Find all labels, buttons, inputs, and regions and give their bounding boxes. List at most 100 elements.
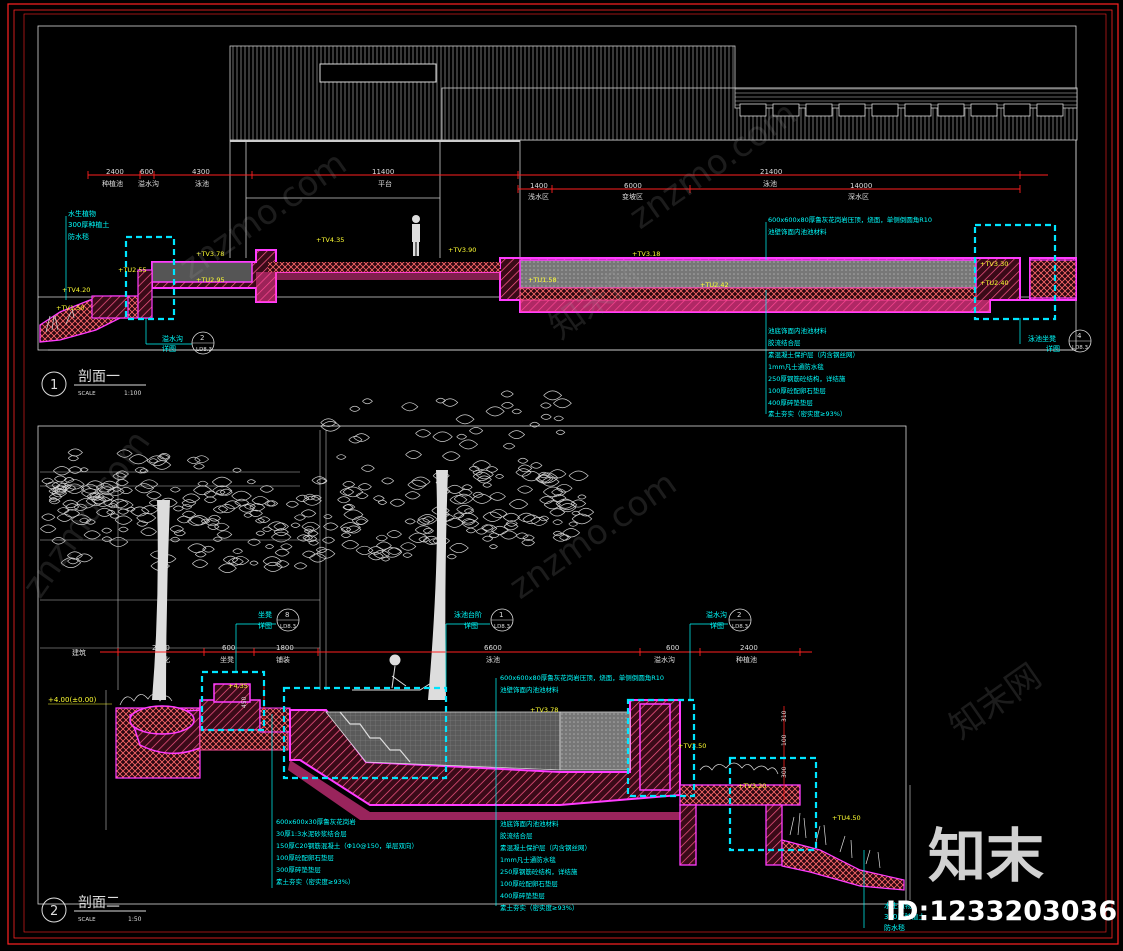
leaf-mark bbox=[362, 398, 373, 405]
leaf-mark bbox=[555, 429, 566, 435]
callout-steps-num: 1 bbox=[499, 611, 503, 619]
elev-s1-7: +TU2.55 bbox=[118, 266, 147, 274]
leaf-mark bbox=[216, 489, 226, 495]
leaf-mark bbox=[553, 415, 564, 422]
dim-s1-1: 600 bbox=[140, 168, 153, 176]
dimension-row-2: 2700 绿化 600 坐凳 1800 铺装 6600 泳池 600 溢水沟 2… bbox=[100, 644, 812, 664]
leaf-mark bbox=[570, 499, 587, 508]
dim-s1-2: 4300 bbox=[192, 168, 210, 176]
elev-s1-10: +TV3.30 bbox=[980, 260, 1008, 268]
elev-s1-9: +TU2.42 bbox=[700, 281, 729, 289]
leaf-mark bbox=[442, 451, 461, 461]
leaf-mark bbox=[361, 464, 375, 472]
leaf-mark bbox=[280, 543, 293, 550]
leaf-mark bbox=[500, 390, 514, 398]
s1-top-note-1: 池壁饰面内池池材料 bbox=[768, 227, 827, 236]
leaf-mark bbox=[482, 482, 493, 488]
leaf-mark bbox=[432, 431, 453, 442]
window bbox=[805, 103, 833, 117]
id-text: ID:1233203036 bbox=[886, 896, 1117, 927]
s2-left-note-3: 100厚砼配卵石垫层 bbox=[276, 853, 334, 862]
s1-bottom-note-3: 1mm凡士通防水毯 bbox=[768, 362, 824, 371]
callout-overflow2-ref: LD8.3 bbox=[732, 624, 749, 630]
leaf-mark bbox=[553, 398, 572, 409]
leaf-mark bbox=[187, 456, 201, 464]
leaf-mark bbox=[54, 475, 67, 483]
leaf-mark bbox=[213, 536, 223, 542]
leaf-mark bbox=[435, 397, 446, 404]
leaf-mark bbox=[515, 532, 529, 540]
s2-bottom-note-3: 1mm凡士通防水毯 bbox=[500, 855, 556, 864]
leaf-mark bbox=[509, 499, 529, 510]
window bbox=[937, 103, 965, 117]
leaf-mark bbox=[173, 529, 186, 537]
vdim-3: 450 bbox=[241, 696, 248, 708]
leaf-mark bbox=[339, 488, 355, 496]
tree-trunks bbox=[152, 470, 448, 700]
leaf-mark bbox=[543, 390, 563, 401]
callout-steps-label: 泳池台阶 bbox=[454, 610, 482, 619]
leaf-mark bbox=[401, 402, 419, 412]
vdim-1: 100 bbox=[781, 734, 788, 746]
leaf-mark bbox=[337, 496, 351, 504]
leaf-mark bbox=[552, 519, 563, 525]
section-1-scale-value: 1:100 bbox=[124, 390, 141, 397]
dim-s2-2: 1800 bbox=[276, 644, 294, 652]
leaf-mark bbox=[517, 464, 533, 473]
leaf-mark bbox=[389, 498, 406, 507]
elev-s1-11: +TU2.40 bbox=[980, 279, 1009, 287]
leaf-mark bbox=[458, 439, 479, 450]
dim-s2-1-label: 坐凳 bbox=[220, 655, 234, 664]
s2-bottom-note-7: 素土夯实（密实度≥93%） bbox=[500, 903, 578, 912]
section-1-scale-label: SCALE bbox=[78, 391, 96, 397]
leaf-mark bbox=[475, 469, 494, 480]
leaf-mark bbox=[375, 534, 388, 542]
dim-s1-3-label: 平台 bbox=[378, 179, 392, 188]
leaf-mark bbox=[455, 414, 475, 425]
s2-left-note-0: 600x600x30厚鲁灰花岗岩 bbox=[276, 817, 356, 826]
callout-overflow-1: 2 LD8.3 溢水沟 详图 bbox=[145, 318, 215, 355]
leaf-mark bbox=[140, 527, 157, 537]
callout-bench-1: 4 LD8.3 泳池坐凳 详图 bbox=[1019, 318, 1092, 353]
leaf-mark bbox=[118, 526, 129, 533]
s1-bottom-note-4: 250厚钢筋砼结构，详结施 bbox=[768, 374, 846, 383]
left-label-building: 建筑 bbox=[72, 648, 86, 657]
leaf-mark bbox=[193, 463, 205, 470]
callout-overflow-label: 溢水沟 bbox=[162, 334, 183, 343]
leaf-mark bbox=[411, 476, 431, 487]
leaf-mark bbox=[193, 485, 212, 496]
elev-s1-1: +TV1.50 bbox=[56, 304, 84, 312]
s2-bottom-note-2: 素混凝土保护层（内含钢丝网） bbox=[500, 843, 591, 852]
section-2-number: 2 bbox=[50, 904, 58, 919]
leaf-mark bbox=[41, 513, 56, 521]
elev-s1-8: +TU1.58 bbox=[528, 276, 557, 284]
leaf-mark bbox=[407, 479, 427, 490]
dim-s2-2-label: 铺装 bbox=[276, 655, 290, 664]
leaf-mark bbox=[342, 480, 356, 488]
dim-s2-1: 600 bbox=[222, 644, 235, 652]
leaf-mark bbox=[251, 496, 269, 506]
s2-bottom-note-4: 250厚钢筋砼结构，详结施 bbox=[500, 867, 578, 876]
leaf-mark bbox=[501, 402, 514, 409]
leaf-mark bbox=[381, 477, 395, 485]
s1-bottom-note-0: 池底饰面内池池材料 bbox=[768, 326, 827, 335]
watermark-site-4: znzmo.com bbox=[15, 423, 159, 605]
elev-s1-5: +TV3.18 bbox=[632, 250, 660, 258]
person-figure bbox=[412, 215, 420, 256]
callout-seat-ref: LD8.3 bbox=[280, 624, 297, 630]
window bbox=[970, 103, 998, 117]
s1-left-note-1: 300厚种植土 bbox=[68, 220, 109, 229]
callout-overflow2-label: 溢水沟 bbox=[706, 610, 727, 619]
callout-steps-sub: 详图 bbox=[464, 621, 478, 630]
leaf-mark bbox=[101, 527, 113, 534]
s2-bottom-note-1: 胶流结合层 bbox=[500, 831, 533, 840]
leaf-mark bbox=[303, 493, 316, 501]
section-1-title-text: 剖面一 bbox=[78, 369, 120, 385]
section-2-title-text: 剖面二 bbox=[78, 895, 120, 911]
section-1: 2400 种植池 600 溢水沟 4300 泳池 11400 平台 21400 … bbox=[38, 45, 1092, 418]
leaf-mark bbox=[485, 406, 505, 417]
s1-bottom-note-7: 素土夯实（密实度≥93%） bbox=[768, 409, 846, 418]
leaf-mark bbox=[231, 490, 252, 502]
leaf-mark bbox=[182, 493, 201, 503]
leaf-mark bbox=[408, 532, 429, 543]
